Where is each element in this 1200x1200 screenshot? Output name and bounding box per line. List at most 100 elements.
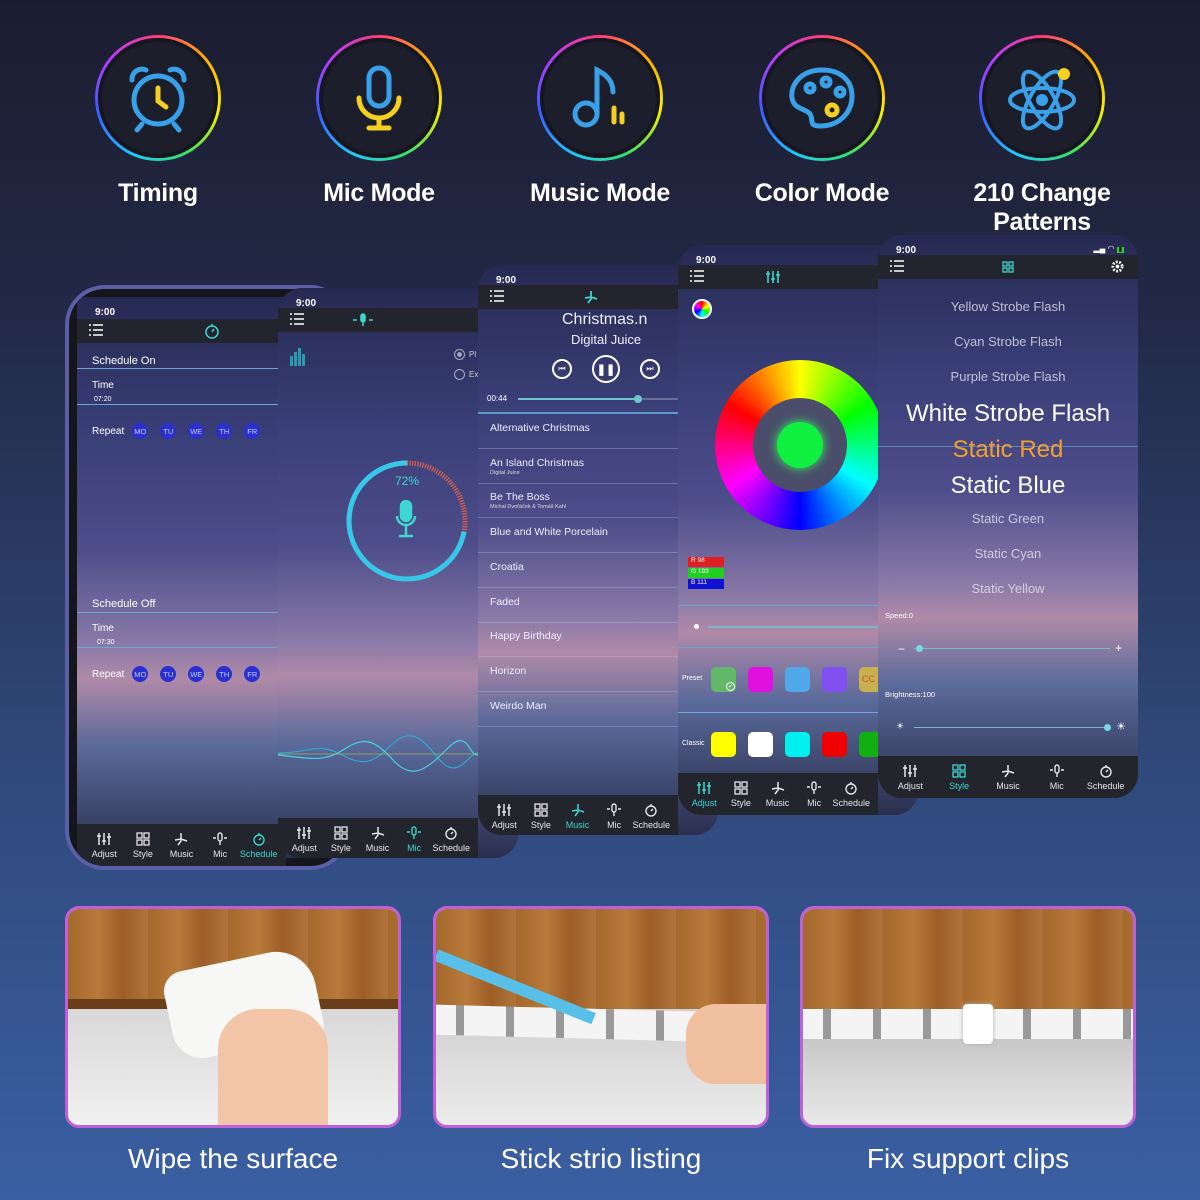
b-value: B 111 (688, 579, 724, 589)
preset-color-swatch[interactable] (822, 667, 847, 692)
pattern-item[interactable]: Static Cyan (878, 546, 1138, 561)
nav-tab-music[interactable]: Music (359, 826, 396, 853)
nav-tab-label: Style (330, 842, 351, 853)
equalizer-icon[interactable] (290, 348, 308, 366)
pattern-item[interactable]: Purple Strobe Flash (878, 369, 1138, 384)
adjust-icon (697, 781, 712, 794)
nav-tab-music[interactable]: Music (759, 781, 796, 808)
nav-tab-style[interactable]: Style (723, 780, 760, 808)
pattern-item[interactable]: Static Green (878, 511, 1138, 526)
music-icon (371, 826, 384, 839)
nav-tab-style[interactable]: Style (323, 825, 360, 853)
day-th[interactable]: TH (216, 423, 233, 439)
day-tu[interactable]: TU (160, 666, 177, 682)
nav-tab-schedule[interactable]: Schedule (1083, 764, 1129, 791)
nav-tab-adjust[interactable]: Adjust (686, 781, 723, 808)
classic-color-swatch[interactable] (748, 732, 773, 757)
nav-tab-music[interactable]: Music (985, 764, 1031, 791)
day-we[interactable]: WE (188, 423, 205, 439)
nav-tab-mic[interactable]: Mic (596, 802, 633, 830)
speed-decrease[interactable]: − (898, 642, 905, 656)
previous-button[interactable]: ⏮ (552, 359, 572, 379)
nav-tab-label: Schedule (239, 848, 278, 859)
day-mo[interactable]: MO (132, 423, 149, 439)
song-artist: Digital Juice (490, 469, 520, 476)
pattern-item[interactable]: Yellow Strobe Flash (878, 299, 1138, 314)
nav-tab-adjust[interactable]: Adjust (486, 803, 523, 830)
brightness-label: Brightness:100 (885, 690, 936, 699)
brightness-low-icon: ☀ (896, 721, 905, 731)
on-time-value[interactable]: 07:20 (94, 396, 112, 403)
phone-style: 9:00 ▂▄ ◠ ▮ Yellow Strobe Flash Cyan Stro… (878, 235, 1138, 798)
preset-color-swatch[interactable] (785, 667, 810, 692)
classic-color-swatch[interactable] (711, 732, 736, 757)
radio-option-2[interactable]: Ex (454, 369, 478, 380)
schedule-icon (645, 803, 657, 817)
nav-tab-adjust[interactable]: Adjust (85, 832, 124, 859)
day-th[interactable]: TH (216, 666, 233, 682)
nav-tab-label: Style (730, 797, 751, 808)
schedule-icon (252, 832, 265, 846)
menu-icon[interactable] (290, 313, 304, 325)
pattern-item[interactable]: Static Yellow (878, 581, 1138, 596)
speed-increase[interactable]: + (1115, 641, 1122, 655)
pause-button[interactable]: ❚❚ (592, 355, 620, 383)
nav-tab-mic[interactable]: Mic (201, 831, 240, 859)
feature-timing: Timing (58, 35, 258, 208)
microphone-icon[interactable] (395, 500, 417, 538)
day-tu[interactable]: TU (160, 423, 177, 439)
day-we[interactable]: WE (188, 666, 205, 682)
classic-color-swatch[interactable] (785, 732, 810, 757)
pattern-item[interactable]: Cyan Strobe Flash (878, 334, 1138, 349)
schedule-icon (1099, 764, 1112, 778)
off-time-value[interactable]: 07:30 (97, 639, 115, 646)
speed-thumb[interactable] (916, 645, 923, 652)
pattern-item[interactable]: Static Red (878, 436, 1138, 464)
day-fr[interactable]: FR (244, 666, 261, 682)
next-button[interactable]: ⏭ (640, 359, 660, 379)
brightness-slider[interactable] (914, 724, 1111, 731)
menu-icon[interactable] (89, 324, 103, 336)
music-icon (584, 291, 598, 304)
nav-tab-mic[interactable]: Mic (396, 825, 433, 853)
preset-color-swatch[interactable] (748, 667, 773, 692)
style-icon (534, 802, 548, 817)
nav-tab-schedule[interactable]: Schedule (632, 803, 670, 830)
progress-thumb[interactable] (634, 395, 642, 403)
nav-tab-schedule[interactable]: Schedule (832, 781, 870, 808)
day-fr[interactable]: FR (244, 423, 261, 439)
classic-color-swatch[interactable] (822, 732, 847, 757)
nav-tab-style[interactable]: Style (523, 802, 560, 830)
nav-tab-music[interactable]: Music (162, 832, 201, 859)
nav-tab-schedule[interactable]: Schedule (239, 832, 278, 859)
feature-label: Music Mode (529, 179, 671, 207)
nav-tab-adjust[interactable]: Adjust (887, 764, 933, 791)
nav-tab-schedule[interactable]: Schedule (432, 826, 470, 853)
nav-tab-label: Music (996, 780, 1020, 791)
menu-icon[interactable] (690, 270, 704, 282)
preset-color-swatch[interactable]: ✓ (711, 667, 736, 692)
radio-option-1[interactable]: Pl (454, 349, 476, 360)
color-picker-icon[interactable] (692, 299, 712, 319)
menu-icon[interactable] (490, 290, 504, 302)
elapsed-time: 00:44 (487, 394, 508, 403)
hand (686, 1004, 766, 1084)
nav-tab-style[interactable]: Style (936, 763, 982, 791)
classic-label: Classic (682, 740, 705, 747)
music-icon (1001, 764, 1015, 777)
nav-tab-music[interactable]: Music (559, 803, 596, 830)
nav-tab-label: Schedule (832, 797, 870, 808)
nav-tab-mic[interactable]: Mic (1034, 763, 1080, 791)
nav-tab-style[interactable]: Style (124, 831, 163, 859)
pattern-item[interactable]: White Strobe Flash (878, 400, 1138, 428)
nav-tab-mic[interactable]: Mic (796, 780, 833, 808)
settings-gear-icon[interactable] (1111, 260, 1124, 273)
brightness-thumb[interactable] (1104, 724, 1111, 731)
menu-icon[interactable] (890, 260, 904, 272)
color-wheel[interactable] (715, 360, 885, 530)
nav-tab-adjust[interactable]: Adjust (286, 826, 323, 853)
speed-slider[interactable] (914, 645, 1110, 652)
adjust-icon (297, 826, 312, 839)
pattern-item[interactable]: Static Blue (878, 472, 1138, 500)
day-mo[interactable]: MO (132, 666, 149, 682)
